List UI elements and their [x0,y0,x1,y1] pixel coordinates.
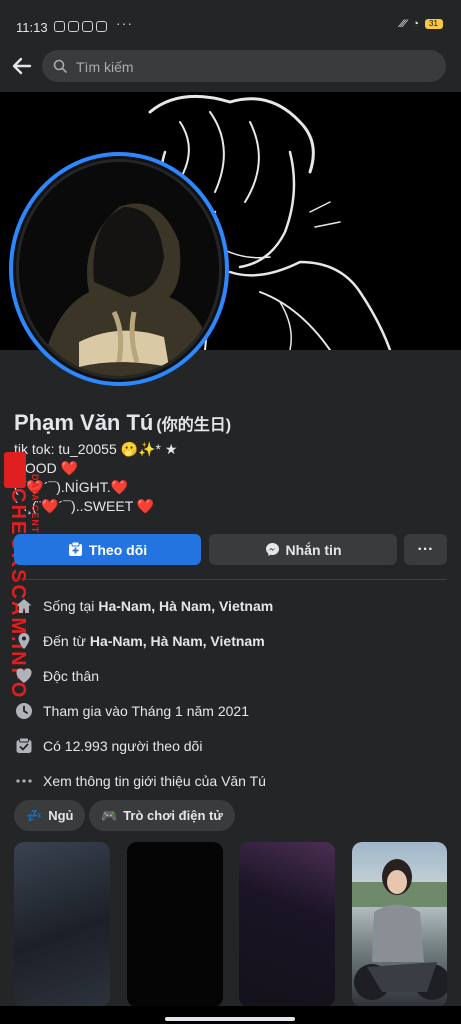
bio-line: tik tok: tu_20055 🫢✨* ★ [14,441,178,457]
relationship-text: Độc thân [43,667,100,684]
clock-icon [14,701,34,721]
avatar-image [19,162,219,376]
from-prefix: Đến từ [43,632,86,649]
notification-icon [82,21,93,32]
sleep-icon: 💤 [26,807,43,823]
status-time: 11:13 [16,20,48,35]
signal-icon: ⁄⁄⁄ [400,18,407,30]
divider [14,579,447,580]
status-bar: 11:13 ··· ⁄⁄⁄ ◔ 31 [0,0,461,40]
from-place[interactable]: Ha-Nam, Hà Nam, Vietnam [90,633,265,649]
home-gesture-handle[interactable] [165,1017,295,1021]
top-bar [0,40,461,92]
more-notifications-icon: ··· [116,15,133,31]
wifi-icon: ◔ [412,18,419,30]
search-input[interactable] [74,50,438,84]
featured-photo[interactable] [239,842,335,1007]
chip-label: Trò chơi điện tử [123,808,223,823]
lives-in-place[interactable]: Ha-Nam, Hà Nam, Vietnam [98,598,273,614]
profile-avatar[interactable] [9,152,229,386]
profile-name-text: Phạm Văn Tú [14,410,154,435]
info-see-about[interactable]: Xem thông tin giới thiệu của Văn Tú [14,763,454,798]
home-icon [14,596,34,616]
message-label: Nhắn tin [285,541,342,558]
more-options-button[interactable]: ··· [404,534,447,565]
heart-icon [14,666,34,686]
info-relationship: Độc thân [14,658,454,693]
notification-icon [68,21,79,32]
info-from: Đến từ Ha-Nam, Hà Nam, Vietnam [14,623,454,658]
follow-label: Theo dõi [88,541,148,558]
back-arrow-icon[interactable] [10,54,34,78]
navigation-bar [0,1006,461,1024]
followers-icon [14,736,34,756]
follow-button[interactable]: Theo dõi [14,534,201,565]
battery-icon: 31 [425,19,443,29]
more-dots-icon [14,771,34,791]
alternate-name: (你的生日) [156,417,232,434]
joined-text: Tham gia vào Tháng 1 năm 2021 [43,702,249,719]
featured-photo[interactable] [14,842,110,1007]
notification-icon [54,21,65,32]
watermark-logo [4,452,26,488]
battery-level: 31 [429,19,438,28]
search-icon [53,59,67,73]
gamepad-icon: 🎮 [101,807,118,823]
followers-text[interactable]: Có 12.993 người theo dõi [43,738,202,754]
follow-icon [68,542,82,556]
featured-photo[interactable] [127,842,223,1007]
see-about-text: Xem thông tin giới thiệu của Văn Tú [43,772,266,789]
featured-photo[interactable] [352,842,447,1007]
hobby-chip-sleep[interactable]: 💤 Ngủ [14,800,86,831]
info-followers: Có 12.993 người theo dõi [14,728,454,763]
photo-person [352,859,447,1000]
profile-name: Phạm Văn Tú (你的生日) [14,410,231,436]
message-button[interactable]: Nhắn tin [209,534,397,565]
info-joined: Tham gia vào Tháng 1 năm 2021 [14,693,454,728]
lives-in-prefix: Sống tại [43,597,95,614]
search-box[interactable] [42,50,446,84]
chip-label: Ngủ [48,808,74,823]
notification-icon [96,21,107,32]
location-pin-icon [14,631,34,651]
hobby-chip-video-games[interactable]: 🎮 Trò chơi điện tử [89,800,235,831]
messenger-icon [265,543,279,556]
notification-icons [54,21,107,32]
more-options-icon: ··· [417,540,434,558]
status-indicators: ⁄⁄⁄ ◔ 31 [401,18,443,30]
info-lives-in: Sống tại Ha-Nam, Hà Nam, Vietnam [14,588,454,623]
